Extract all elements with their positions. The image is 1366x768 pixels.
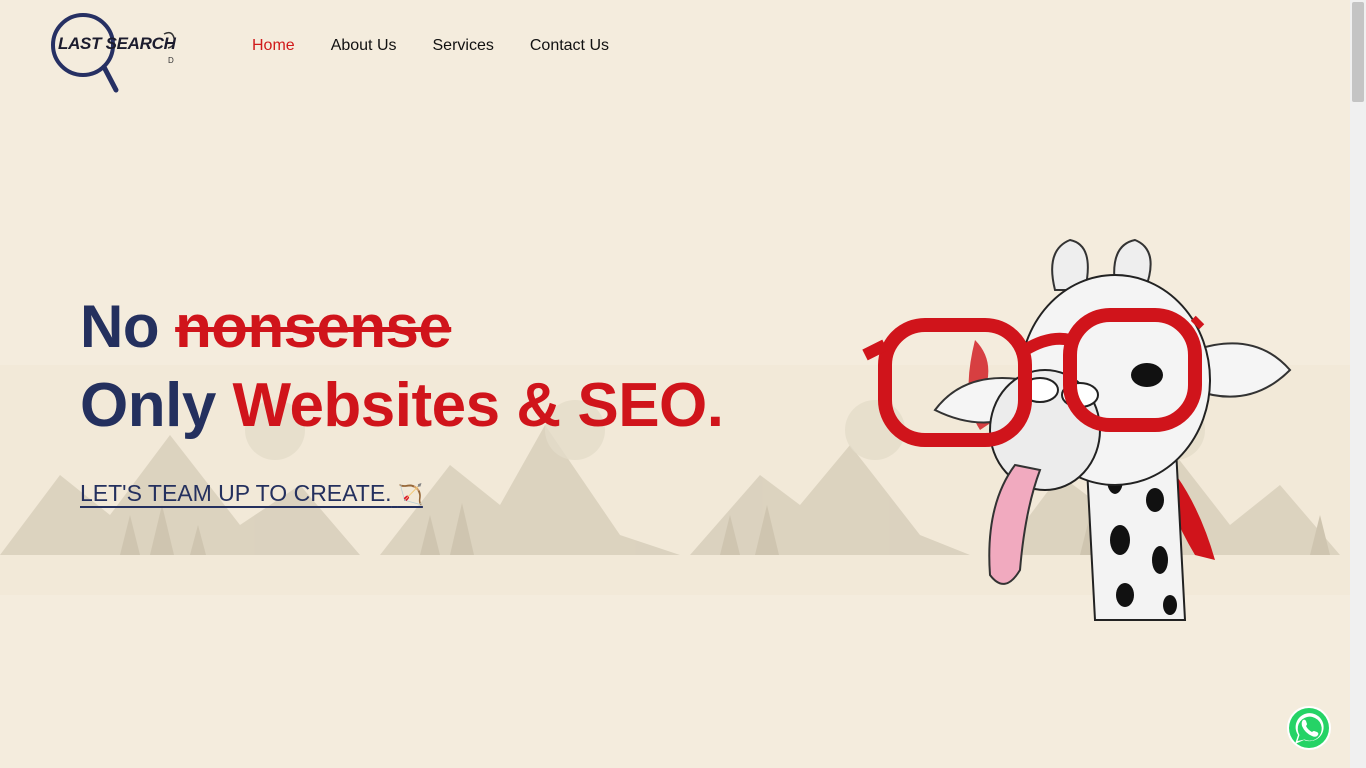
whatsapp-button[interactable] [1285, 704, 1333, 752]
bow-arrow-icon: 🏹 [397, 484, 423, 506]
hero-word-struck: nonsense [175, 293, 452, 360]
scrollbar-thumb[interactable] [1352, 2, 1364, 102]
hero-word-only: Only [80, 371, 216, 440]
cta-label: LET'S TEAM UP TO CREATE. [80, 480, 392, 506]
logo-subtext: D [168, 56, 174, 65]
hero-highlight: Websites & SEO. [232, 371, 724, 440]
hero-word-no: No [80, 293, 159, 360]
vertical-scrollbar[interactable] [1350, 0, 1366, 768]
logo-text: LAST SEARCH [58, 34, 176, 53]
main-nav: Home About Us Services Contact Us [252, 37, 645, 55]
nav-item-home[interactable]: Home [252, 37, 295, 55]
cta-link[interactable]: LET'S TEAM UP TO CREATE. 🏹 [80, 480, 423, 507]
hero-heading-line2: Only Websites & SEO. [80, 370, 724, 441]
magnifier-icon [51, 13, 176, 93]
giraffe-mascot-image [855, 230, 1305, 630]
nav-item-services[interactable]: Services [433, 37, 494, 55]
nav-item-about-us[interactable]: About Us [331, 37, 397, 55]
page: LAST SEARCH D Home About Us Services Con… [0, 0, 1350, 768]
whatsapp-icon [1287, 706, 1331, 750]
nav-item-contact-us[interactable]: Contact Us [530, 37, 609, 55]
hero-heading-line1: No nonsense [80, 292, 452, 361]
logo[interactable]: LAST SEARCH D [48, 12, 198, 96]
